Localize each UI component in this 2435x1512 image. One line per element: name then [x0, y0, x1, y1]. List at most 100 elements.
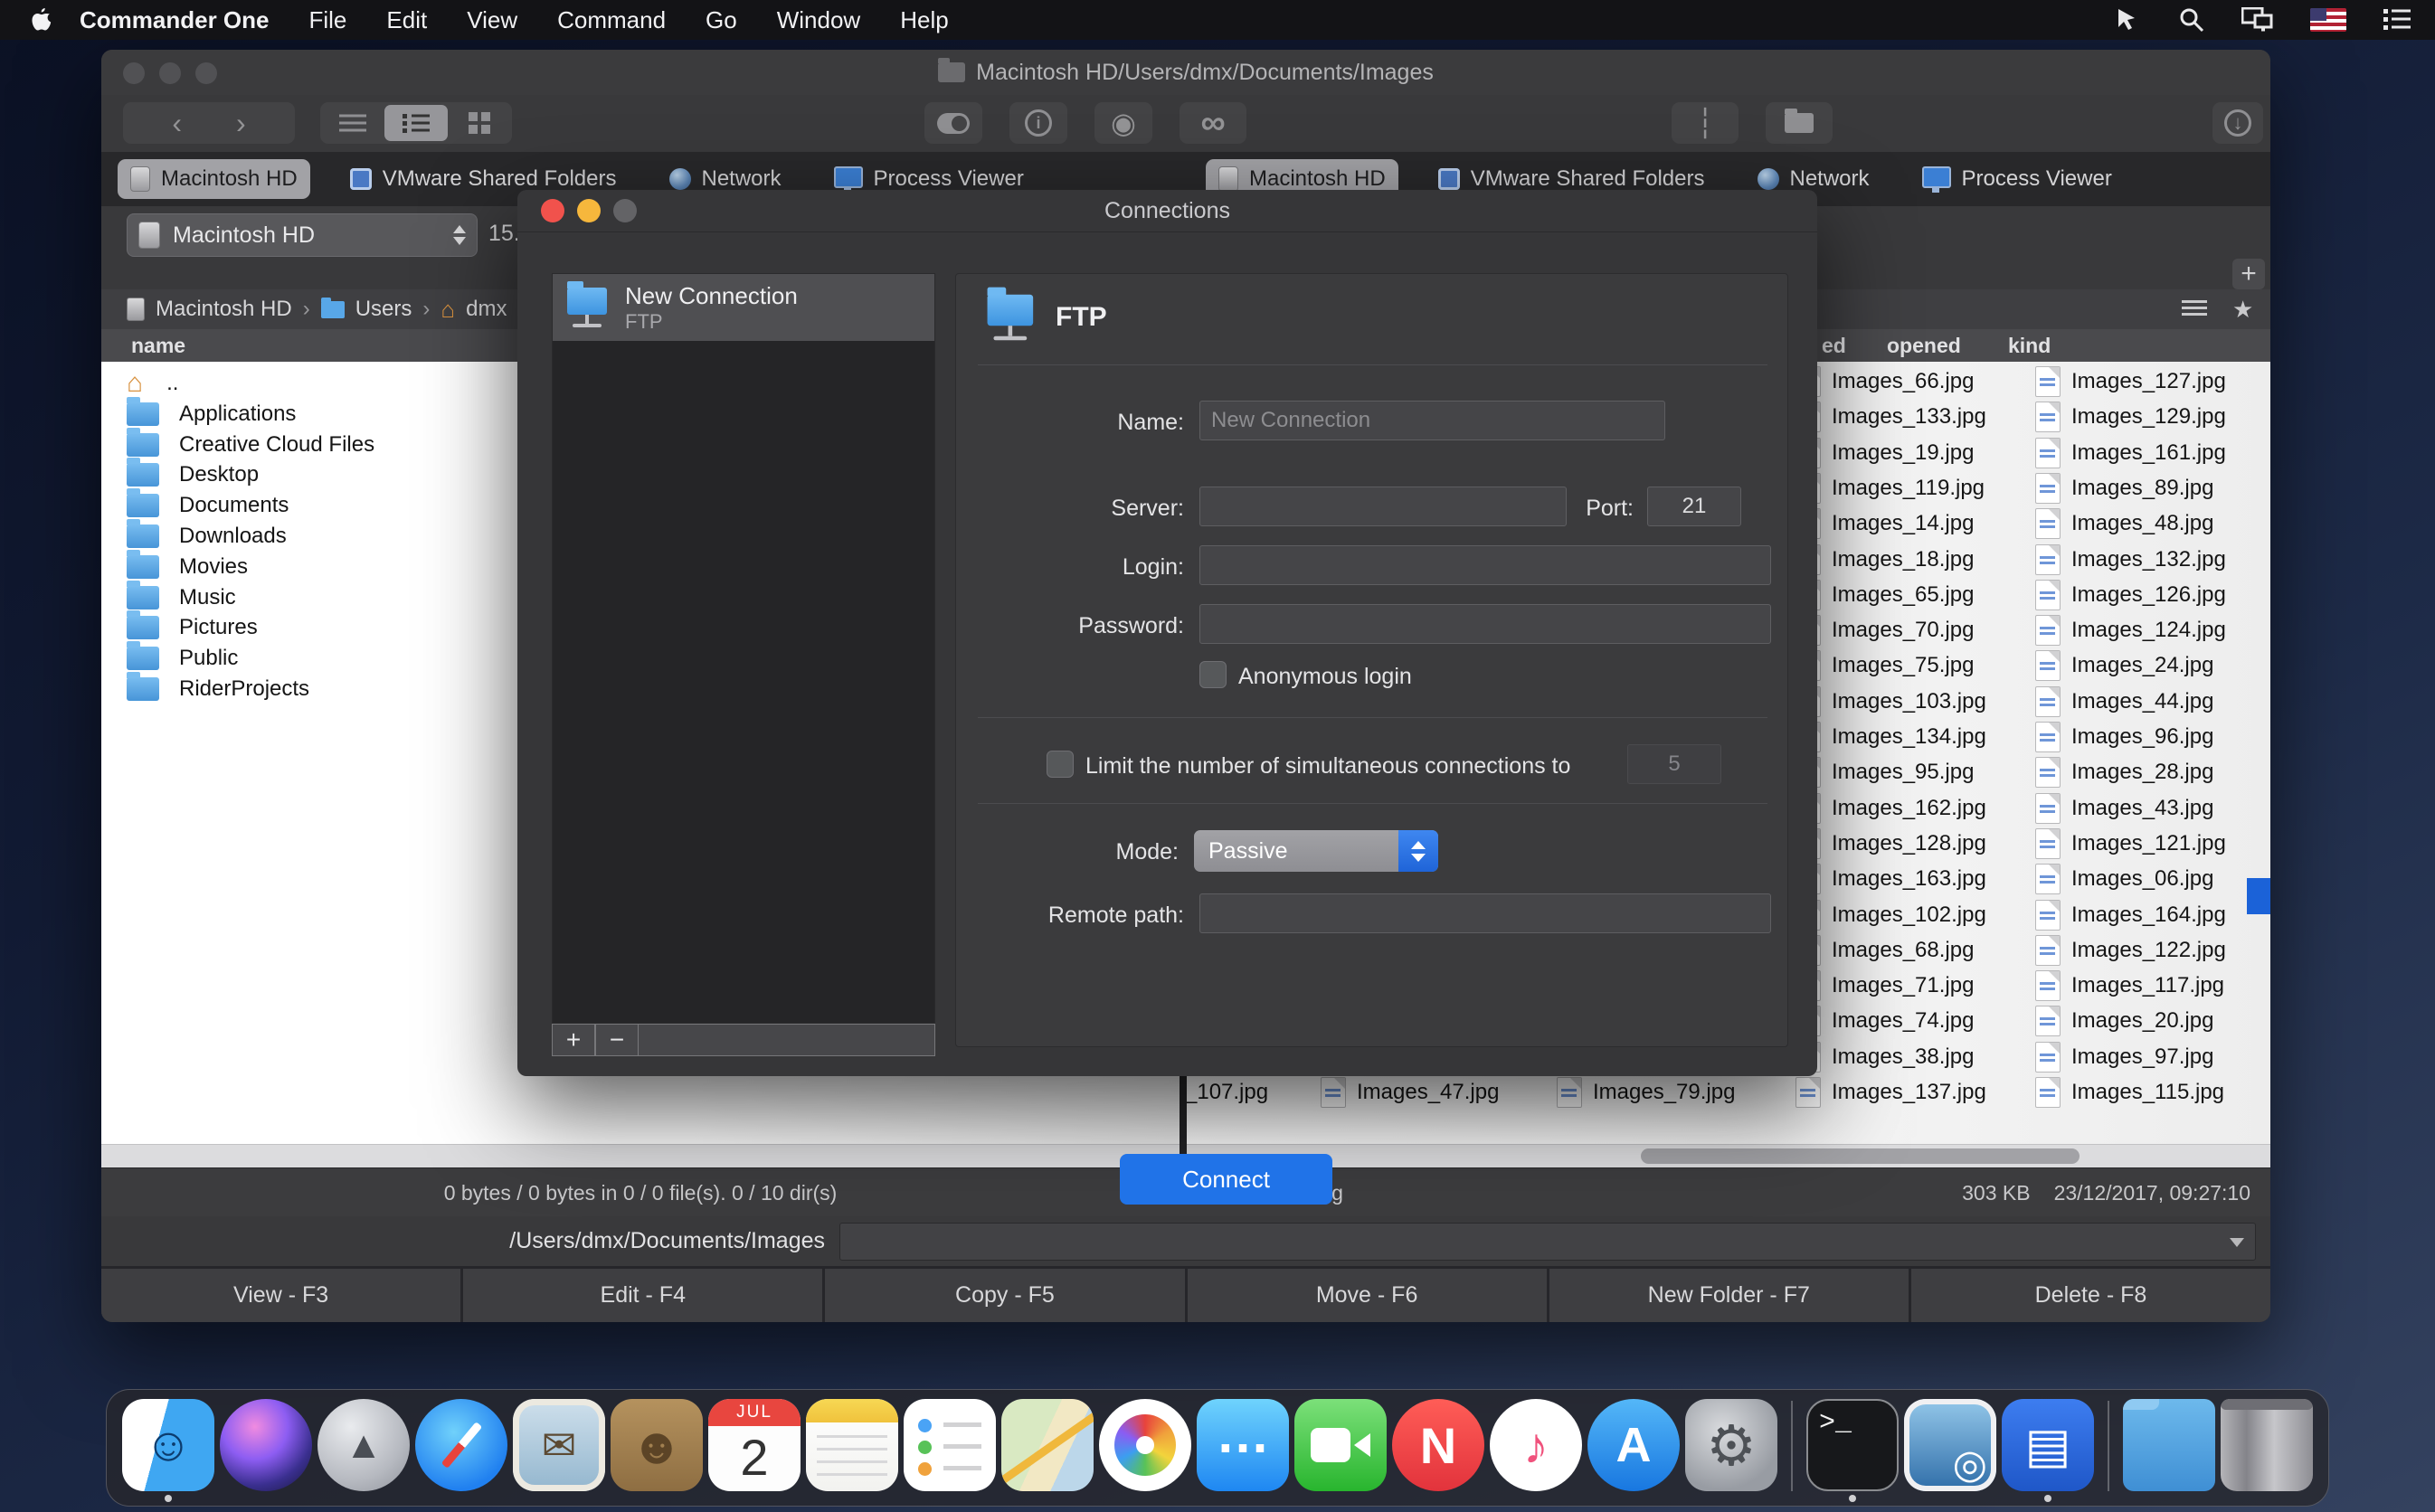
notes-icon[interactable]	[806, 1399, 898, 1491]
dock-item-appstore[interactable]: A	[1587, 1399, 1680, 1504]
login-field[interactable]	[1199, 545, 1771, 585]
siri-icon[interactable]	[220, 1399, 312, 1491]
file-cell[interactable]: Images_133.jpg	[1795, 402, 1986, 432]
list-icon[interactable]	[2383, 8, 2411, 32]
file-cell[interactable]: Images_95.jpg	[1795, 757, 1974, 788]
archive-button[interactable]: ┆	[1672, 102, 1739, 144]
news-icon[interactable]: N	[1392, 1399, 1484, 1491]
calendar-icon[interactable]: JUL2	[708, 1399, 801, 1491]
file-cell[interactable]: Images_43.jpg	[2035, 793, 2213, 824]
contacts-icon[interactable]: ☻	[611, 1399, 703, 1491]
fn-button-new[interactable]: New Folder - F7	[1549, 1269, 1909, 1322]
file-cell[interactable]: Images_126.jpg	[2035, 580, 2226, 610]
dock-item-downloads[interactable]	[2123, 1399, 2215, 1504]
dock-item-messages[interactable]: …	[1197, 1399, 1289, 1504]
file-cell[interactable]: Images_124.jpg	[2035, 615, 2226, 646]
trash-icon[interactable]	[2221, 1399, 2313, 1491]
dock-item-commander-one[interactable]: ▤	[2002, 1399, 2094, 1504]
dock-item-safari[interactable]	[415, 1399, 507, 1504]
dock-item-reminders[interactable]	[904, 1399, 996, 1504]
commander-one-icon[interactable]: ▤	[2002, 1399, 2094, 1491]
file-cell[interactable]: Images_44.jpg	[2035, 686, 2213, 717]
apple-menu-icon[interactable]	[31, 7, 52, 33]
file-cell[interactable]: Images_121.jpg	[2035, 828, 2226, 859]
remove-connection-button[interactable]: −	[595, 1024, 639, 1056]
menu-item-go[interactable]: Go	[706, 6, 737, 34]
favorites-star-icon[interactable]: ★	[2232, 296, 2253, 324]
file-cell[interactable]: Images_164.jpg	[2035, 900, 2226, 931]
name-field[interactable]: New Connection	[1199, 401, 1665, 440]
file-cell[interactable]: Images_115.jpg	[2035, 1077, 2224, 1108]
column-header-ed[interactable]: ed	[1822, 334, 1846, 358]
drive-selector[interactable]: Macintosh HD	[127, 213, 478, 257]
right-hscrollbar-track[interactable]	[1187, 1144, 2270, 1168]
network-button[interactable]	[1766, 102, 1833, 144]
dock-item-sysprefs[interactable]: ⚙	[1685, 1399, 1777, 1504]
file-cell[interactable]: Images_06.jpg	[2035, 864, 2213, 894]
chevron-down-icon[interactable]	[2230, 1238, 2244, 1247]
file-cell[interactable]: Images_19.jpg	[1795, 438, 1974, 468]
dock-item-trash[interactable]	[2221, 1399, 2313, 1504]
dock-item-news[interactable]: N	[1392, 1399, 1484, 1504]
safari-icon[interactable]	[415, 1399, 507, 1491]
dock-item-terminal[interactable]: >_	[1806, 1399, 1899, 1504]
fn-button-delete[interactable]: Delete - F8	[1911, 1269, 2270, 1322]
tab-macintosh-hd[interactable]: Macintosh HD	[118, 159, 310, 199]
photos-icon[interactable]	[1099, 1399, 1191, 1491]
limit-field[interactable]: 5	[1627, 744, 1721, 784]
pointer-icon[interactable]	[2115, 6, 2142, 33]
file-cell[interactable]: Images_66.jpg	[1795, 366, 1974, 397]
fn-button-edit[interactable]: Edit - F4	[463, 1269, 822, 1322]
dock-item-preview[interactable]: ◎	[1904, 1399, 1996, 1504]
itunes-icon[interactable]: ♪	[1490, 1399, 1582, 1491]
menu-item-file[interactable]: File	[309, 6, 347, 34]
file-cell[interactable]: Images_71.jpg	[1795, 970, 1974, 1001]
file-cell[interactable]: Images_122.jpg	[2035, 935, 2226, 966]
file-cell[interactable]: Images_89.jpg	[2035, 473, 2213, 504]
file-cell[interactable]: Images_97.jpg	[2035, 1042, 2213, 1073]
search-icon[interactable]	[2178, 6, 2205, 33]
fn-button-move[interactable]: Move - F6	[1188, 1269, 1547, 1322]
file-cell[interactable]: Images_162.jpg	[1795, 793, 1986, 824]
downloads-icon[interactable]	[2123, 1399, 2215, 1491]
connect-button[interactable]: Connect	[1120, 1154, 1332, 1205]
file-cell[interactable]: Images_68.jpg	[1795, 935, 1974, 966]
file-cell[interactable]: Images_119.jpg	[1795, 473, 1985, 504]
file-cell[interactable]: Images_28.jpg	[2035, 757, 2213, 788]
menu-item-edit[interactable]: Edit	[386, 6, 427, 34]
file-cell[interactable]: Images_48.jpg	[2035, 508, 2213, 539]
displays-icon[interactable]	[2241, 7, 2274, 33]
back-button[interactable]: ‹	[172, 107, 182, 140]
view-list-button[interactable]	[321, 105, 384, 141]
appstore-icon[interactable]: A	[1587, 1399, 1680, 1491]
file-cell[interactable]: Images_47.jpg	[1321, 1077, 1499, 1108]
file-cell[interactable]: Images_128.jpg	[1795, 828, 1986, 859]
file-cell[interactable]: Images_70.jpg	[1795, 615, 1974, 646]
file-cell[interactable]: Images_103.jpg	[1795, 686, 1986, 717]
file-cell[interactable]: Images_24.jpg	[2035, 650, 2213, 681]
us-flag-icon[interactable]	[2310, 8, 2346, 32]
list-view-icon[interactable]	[2182, 300, 2207, 318]
finder-icon[interactable]: ☺	[122, 1399, 214, 1491]
add-tab-button[interactable]: +	[2232, 259, 2265, 289]
file-cell[interactable]: Images_127.jpg	[2035, 366, 2226, 397]
file-cell[interactable]: Images_163.jpg	[1795, 864, 1986, 894]
dock-item-siri[interactable]	[220, 1399, 312, 1504]
sysprefs-icon[interactable]: ⚙	[1685, 1399, 1777, 1491]
preview-icon[interactable]: ◎	[1904, 1399, 1996, 1491]
forward-button[interactable]: ›	[236, 107, 246, 140]
close-button[interactable]	[541, 199, 564, 222]
terminal-icon[interactable]: >_	[1806, 1399, 1899, 1491]
file-cell[interactable]: Images_96.jpg	[2035, 722, 2213, 752]
mail-icon[interactable]: ✉	[513, 1399, 605, 1491]
view-detail-button[interactable]	[384, 105, 448, 141]
launchpad-icon[interactable]: ▲	[317, 1399, 410, 1491]
dock-item-calendar[interactable]: JUL2	[708, 1399, 801, 1504]
dock-item-maps[interactable]	[1001, 1399, 1094, 1504]
breadcrumb-segment[interactable]: Users	[355, 297, 412, 322]
file-cell[interactable]: Images_137.jpg	[1795, 1077, 1986, 1108]
limit-checkbox[interactable]	[1047, 751, 1074, 778]
preview-button[interactable]: ◉	[1094, 102, 1152, 144]
minimize-button[interactable]	[577, 199, 601, 222]
right-hscrollbar-thumb[interactable]	[1641, 1148, 2080, 1164]
